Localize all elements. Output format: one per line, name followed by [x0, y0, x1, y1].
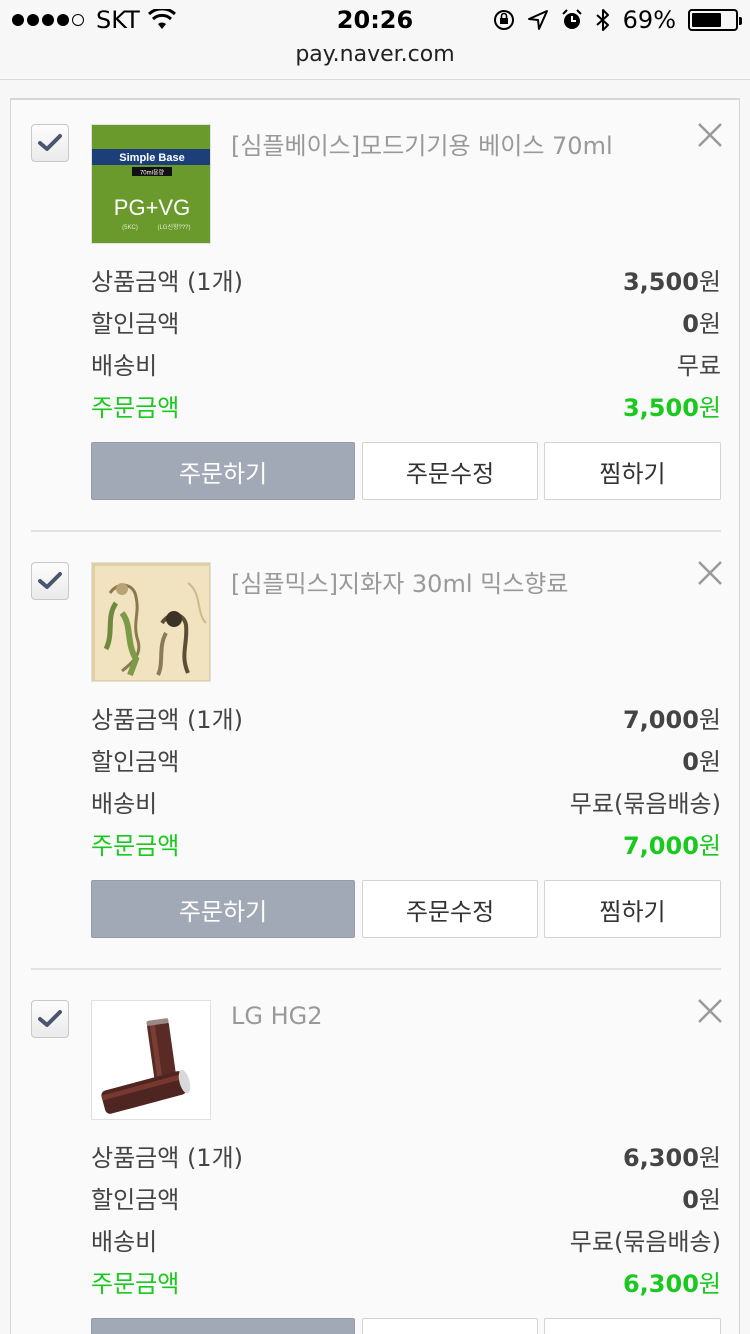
shipping-row: 배송비 무료(묶음배송): [91, 1218, 721, 1260]
simple-base-product-image: Simple Base 70ml용량 PG+VG (5KC) (LG신향???): [92, 125, 210, 243]
product-thumbnail[interactable]: [91, 562, 211, 682]
checkmark-icon: [38, 572, 62, 589]
battery-icon: [688, 9, 742, 31]
wishlist-button[interactable]: 찜하기: [544, 880, 721, 938]
edit-order-button[interactable]: [362, 1318, 538, 1334]
price-value: 7,000원: [622, 706, 721, 734]
product-thumbnail[interactable]: [91, 1000, 211, 1120]
shipping-value: 무료(묶음배송): [569, 1228, 721, 1256]
order-button[interactable]: [91, 1318, 355, 1334]
close-icon[interactable]: [697, 560, 723, 586]
edit-order-button[interactable]: 주문수정: [362, 442, 538, 500]
price-label: 상품금액 (1개): [91, 1144, 244, 1172]
discount-label: 할인금액: [91, 310, 180, 338]
discount-row: 할인금액 0원: [91, 738, 721, 780]
product-title[interactable]: [심플믹스]지화자 30ml 믹스향료: [231, 564, 568, 599]
item-select-checkbox[interactable]: [31, 124, 69, 162]
thumb-small-left: (5KC): [122, 225, 138, 231]
price-value: 6,300원: [622, 1144, 721, 1172]
total-value: 6,300원: [622, 1270, 721, 1298]
wishlist-button[interactable]: 찜하기: [544, 442, 721, 500]
shipping-label: 배송비: [91, 790, 158, 818]
total-label: 주문금액: [91, 1270, 180, 1298]
price-summary: 상품금액 (1개) 3,500원 할인금액 0원 배송비 무료 주문금액 3,5…: [91, 258, 721, 426]
battery-product-image: [92, 1001, 210, 1119]
price-row: 상품금액 (1개) 3,500원: [91, 258, 721, 300]
discount-row: 할인금액 0원: [91, 1176, 721, 1218]
wishlist-button[interactable]: [544, 1318, 721, 1334]
status-bar: SKT 20:26 69%: [0, 0, 750, 40]
checkmark-icon: [38, 134, 62, 151]
item-select-checkbox[interactable]: [31, 562, 69, 600]
thumb-top-text: Simple Base: [119, 152, 184, 164]
item-divider: [31, 968, 721, 970]
item-actions: [91, 1318, 721, 1334]
alarm-icon: [561, 9, 582, 29]
shipping-row: 배송비 무료: [91, 342, 721, 384]
discount-label: 할인금액: [91, 748, 180, 776]
status-right: 69%: [493, 6, 742, 34]
total-row: 주문금액 7,000원: [91, 822, 721, 864]
total-label: 주문금액: [91, 832, 180, 860]
item-actions: 주문하기 주문수정 찜하기: [91, 880, 721, 938]
total-row: 주문금액 6,300원: [91, 1260, 721, 1302]
thumb-big-text: PG+VG: [114, 195, 190, 220]
discount-row: 할인금액 0원: [91, 300, 721, 342]
discount-value: 0원: [682, 1186, 721, 1214]
shipping-label: 배송비: [91, 352, 158, 380]
shipping-label: 배송비: [91, 1228, 158, 1256]
item-actions: 주문하기 주문수정 찜하기: [91, 442, 721, 500]
order-button[interactable]: 주문하기: [91, 880, 355, 938]
rotation-lock-icon: [493, 10, 514, 30]
total-label: 주문금액: [91, 394, 180, 422]
product-thumbnail[interactable]: Simple Base 70ml용량 PG+VG (5KC) (LG신향???): [91, 124, 211, 244]
item-select-checkbox[interactable]: [31, 1000, 69, 1038]
item-divider: [31, 530, 721, 532]
total-value: 3,500원: [622, 394, 721, 422]
close-icon[interactable]: [697, 122, 723, 148]
browser-chrome: SKT 20:26 69% pay.naver.com: [0, 0, 750, 80]
shipping-row: 배송비 무료(묶음배송): [91, 780, 721, 822]
shipping-value: 무료: [676, 352, 721, 380]
product-title[interactable]: [심플베이스]모드기기용 베이스 70ml: [231, 126, 613, 161]
thumb-small-right: (LG신향???): [157, 223, 190, 231]
product-title[interactable]: LG HG2: [231, 1002, 323, 1030]
price-row: 상품금액 (1개) 7,000원: [91, 696, 721, 738]
folk-painting-product-image: [92, 563, 210, 681]
total-row: 주문금액 3,500원: [91, 384, 721, 426]
battery-percentage: 69%: [622, 6, 676, 34]
discount-label: 할인금액: [91, 1186, 180, 1214]
price-label: 상품금액 (1개): [91, 706, 244, 734]
price-row: 상품금액 (1개) 6,300원: [91, 1134, 721, 1176]
address-bar-url[interactable]: pay.naver.com: [0, 42, 750, 67]
bluetooth-icon: [595, 9, 609, 31]
shipping-value: 무료(묶음배송): [569, 790, 721, 818]
close-icon[interactable]: [697, 998, 723, 1024]
price-value: 3,500원: [622, 268, 721, 296]
cart-list: Simple Base 70ml용량 PG+VG (5KC) (LG신향???)…: [10, 98, 740, 1334]
edit-order-button[interactable]: 주문수정: [362, 880, 538, 938]
price-summary: 상품금액 (1개) 7,000원 할인금액 0원 배송비 무료(묶음배송) 주문…: [91, 696, 721, 864]
discount-value: 0원: [682, 310, 721, 338]
thumb-mid-text: 70ml용량: [140, 170, 165, 177]
location-arrow-icon: [527, 10, 548, 30]
order-button[interactable]: 주문하기: [91, 442, 355, 500]
discount-value: 0원: [682, 748, 721, 776]
total-value: 7,000원: [622, 832, 721, 860]
price-label: 상품금액 (1개): [91, 268, 244, 296]
price-summary: 상품금액 (1개) 6,300원 할인금액 0원 배송비 무료(묶음배송) 주문…: [91, 1134, 721, 1302]
checkmark-icon: [38, 1010, 62, 1027]
